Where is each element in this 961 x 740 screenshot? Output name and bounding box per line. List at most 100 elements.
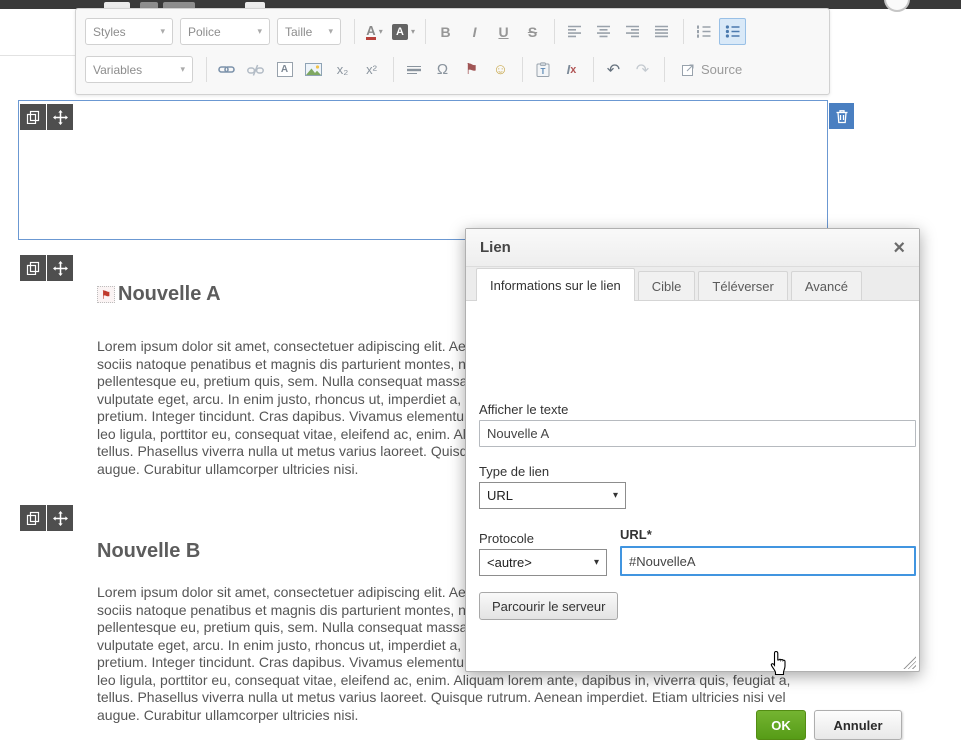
text-color-button[interactable]: A ▾ — [361, 18, 388, 45]
link-type-label: Type de lien — [479, 464, 549, 479]
chevron-down-icon: ▾ — [180, 64, 185, 75]
align-left-icon — [567, 25, 582, 38]
subscript-button[interactable]: x₂ — [329, 56, 356, 83]
styles-combo[interactable]: Styles ▾ — [85, 18, 173, 45]
strikethrough-button[interactable]: S — [519, 18, 546, 45]
horizontal-rule-button[interactable] — [400, 56, 427, 83]
url-label: URL* — [620, 527, 652, 542]
justify-icon — [654, 25, 669, 38]
dialog-close-button[interactable]: × — [893, 238, 905, 258]
justify-button[interactable] — [648, 18, 675, 45]
size-combo-label: Taille — [285, 25, 312, 39]
anchor-icon: A — [277, 62, 293, 77]
block-handle-group — [20, 505, 73, 531]
size-combo[interactable]: Taille ▾ — [277, 18, 341, 45]
dialog-title: Lien — [480, 239, 893, 256]
tab-advanced[interactable]: Avancé — [791, 271, 862, 300]
link-type-select[interactable]: URL ▾ — [479, 482, 626, 509]
protocol-value: <autre> — [487, 555, 532, 570]
flag-button[interactable]: ⚑ — [458, 56, 485, 83]
move-block-button[interactable] — [47, 255, 73, 281]
browse-server-button[interactable]: Parcourir le serveur — [479, 592, 618, 620]
remove-format-button[interactable]: Ix — [558, 56, 585, 83]
remove-format-sub: x — [570, 64, 576, 76]
display-text-input[interactable] — [479, 420, 916, 447]
url-input[interactable] — [620, 546, 916, 576]
underline-button[interactable]: U — [490, 18, 517, 45]
content-block-intro[interactable] — [18, 100, 828, 240]
bullet-list-icon — [725, 25, 740, 38]
toolbar-separator — [206, 57, 207, 82]
font-combo[interactable]: Police ▾ — [180, 18, 270, 45]
duplicate-block-button[interactable] — [20, 255, 46, 281]
paste-button[interactable]: T — [529, 56, 556, 83]
chevron-down-icon: ▾ — [328, 26, 333, 37]
dialog-titlebar[interactable]: Lien × — [466, 229, 919, 267]
source-label: Source — [701, 62, 742, 77]
protocol-label: Protocole — [479, 531, 534, 546]
link-type-value: URL — [487, 488, 513, 503]
tab-link-info[interactable]: Informations sur le lien — [476, 268, 635, 301]
horizontal-rule-icon — [406, 64, 422, 76]
resize-handle[interactable] — [903, 656, 916, 669]
move-icon — [53, 261, 68, 276]
align-center-icon — [596, 25, 611, 38]
align-right-icon — [625, 25, 640, 38]
text-color-icon: A — [366, 24, 375, 40]
move-block-button[interactable] — [47, 104, 73, 130]
bullet-list-button[interactable] — [719, 18, 746, 45]
move-block-button[interactable] — [47, 505, 73, 531]
bold-button[interactable]: B — [432, 18, 459, 45]
link-icon — [218, 64, 235, 75]
toolbar-separator — [425, 19, 426, 44]
anchor-button[interactable]: A — [271, 56, 298, 83]
toolbar-separator — [683, 19, 684, 44]
duplicate-icon — [26, 110, 40, 124]
duplicate-block-button[interactable] — [20, 505, 46, 531]
block-handle-group — [20, 104, 73, 130]
source-button[interactable]: Source — [673, 56, 751, 83]
image-button[interactable] — [300, 56, 327, 83]
ok-button[interactable]: OK — [756, 710, 806, 740]
article-b-title: Nouvelle B — [97, 540, 200, 563]
italic-button[interactable]: I — [461, 18, 488, 45]
duplicate-block-button[interactable] — [20, 104, 46, 130]
unlink-button[interactable] — [242, 56, 269, 83]
move-icon — [53, 511, 68, 526]
redo-button: ↷ — [629, 56, 656, 83]
protocol-select[interactable]: <autre> ▾ — [479, 549, 607, 576]
cancel-button[interactable]: Annuler — [814, 710, 902, 740]
bg-color-icon: A — [392, 24, 408, 40]
smiley-button[interactable]: ☺ — [487, 56, 514, 83]
tab-upload[interactable]: Téléverser — [698, 271, 787, 300]
duplicate-icon — [26, 261, 40, 275]
align-right-button[interactable] — [619, 18, 646, 45]
article-a-heading[interactable]: ⚑ Nouvelle A — [97, 283, 221, 306]
bg-color-button[interactable]: A ▾ — [390, 18, 417, 45]
move-icon — [53, 110, 68, 125]
article-b-heading[interactable]: Nouvelle B — [97, 540, 200, 563]
chevron-down-icon: ▾ — [257, 26, 262, 37]
link-button[interactable] — [213, 56, 240, 83]
numbered-list-icon — [696, 25, 711, 38]
align-center-button[interactable] — [590, 18, 617, 45]
numbered-list-button[interactable] — [690, 18, 717, 45]
tab-target[interactable]: Cible — [638, 271, 696, 300]
styles-combo-label: Styles — [93, 25, 126, 39]
align-left-button[interactable] — [561, 18, 588, 45]
superscript-button[interactable]: x² — [358, 56, 385, 83]
toolbar-separator — [554, 19, 555, 44]
chevron-down-icon: ▾ — [594, 557, 599, 568]
chevron-down-icon: ▾ — [411, 27, 415, 36]
paste-icon: T — [536, 62, 550, 77]
editor-toolbar: Styles ▾ Police ▾ Taille ▾ A ▾ A ▾ B I U… — [75, 8, 830, 95]
variables-combo[interactable]: Variables ▾ — [85, 56, 193, 83]
anchor-flag-icon: ⚑ — [97, 286, 115, 303]
undo-button[interactable]: ↶ — [600, 56, 627, 83]
close-icon: × — [893, 237, 905, 259]
delete-block-button[interactable] — [829, 103, 854, 129]
help-icon[interactable] — [884, 0, 910, 12]
toolbar-separator — [593, 57, 594, 82]
special-char-button[interactable]: Ω — [429, 56, 456, 83]
variables-combo-label: Variables — [93, 63, 142, 77]
